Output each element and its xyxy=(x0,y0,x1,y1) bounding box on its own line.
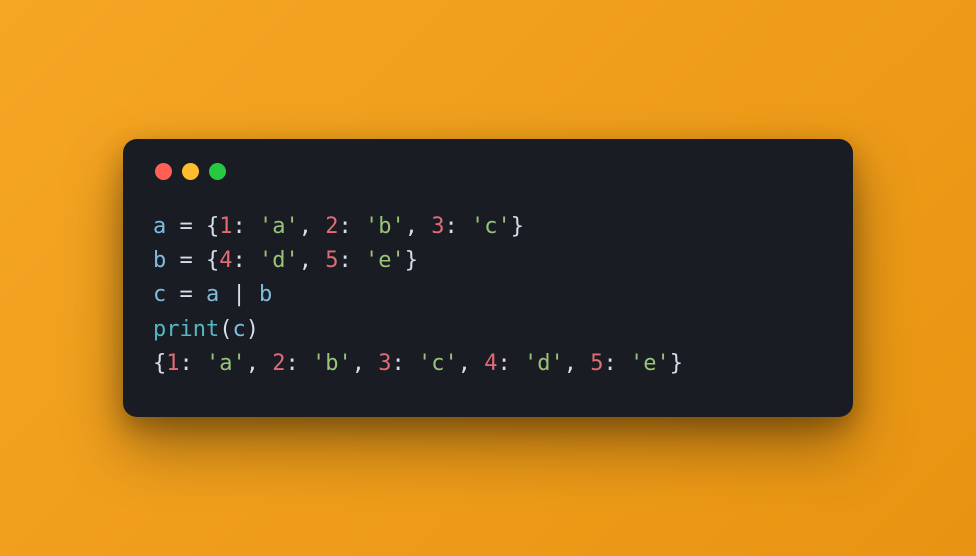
code-token: 1 xyxy=(219,214,232,239)
code-token: 'b' xyxy=(365,214,405,239)
code-token: : xyxy=(286,351,313,376)
code-token: 'a' xyxy=(259,214,299,239)
code-token: : xyxy=(604,351,631,376)
code-token: 4 xyxy=(484,351,497,376)
code-token: { xyxy=(153,351,166,376)
code-line: a = {1: 'a', 2: 'b', 3: 'c'} xyxy=(153,210,823,244)
code-token: : xyxy=(180,351,207,376)
code-token: 2 xyxy=(272,351,285,376)
code-token: } xyxy=(670,351,683,376)
code-token: : xyxy=(392,351,419,376)
code-token: , xyxy=(299,214,326,239)
code-token: } xyxy=(511,214,524,239)
code-token: c xyxy=(232,317,245,342)
code-token: 'c' xyxy=(471,214,511,239)
code-token: , xyxy=(299,248,326,273)
code-token: : xyxy=(339,248,366,273)
code-line: print(c) xyxy=(153,313,823,347)
code-token: = xyxy=(166,282,206,307)
code-token: 1 xyxy=(166,351,179,376)
code-token: b xyxy=(153,248,166,273)
code-token: 3 xyxy=(431,214,444,239)
code-token: : xyxy=(233,214,260,239)
code-token: : xyxy=(445,214,472,239)
window-controls xyxy=(153,163,823,180)
code-line: {1: 'a', 2: 'b', 3: 'c', 4: 'd', 5: 'e'} xyxy=(153,347,823,381)
code-token: { xyxy=(206,248,219,273)
minimize-icon[interactable] xyxy=(182,163,199,180)
maximize-icon[interactable] xyxy=(209,163,226,180)
code-token: : xyxy=(339,214,366,239)
code-token: a xyxy=(153,214,166,239)
code-token: ) xyxy=(246,317,259,342)
code-content: a = {1: 'a', 2: 'b', 3: 'c'}b = {4: 'd',… xyxy=(153,210,823,380)
code-token: { xyxy=(206,214,219,239)
code-token: , xyxy=(405,214,432,239)
code-token: print xyxy=(153,317,219,342)
code-token: c xyxy=(153,282,166,307)
code-token: 5 xyxy=(325,248,338,273)
code-token: 'a' xyxy=(206,351,246,376)
code-token: 'b' xyxy=(312,351,352,376)
code-token: 2 xyxy=(325,214,338,239)
code-token: , xyxy=(352,351,379,376)
code-token: 'c' xyxy=(418,351,458,376)
close-icon[interactable] xyxy=(155,163,172,180)
code-token: : xyxy=(233,248,260,273)
terminal-window: a = {1: 'a', 2: 'b', 3: 'c'}b = {4: 'd',… xyxy=(123,139,853,416)
code-token: = xyxy=(166,214,206,239)
code-token: 5 xyxy=(590,351,603,376)
code-token: 'd' xyxy=(259,248,299,273)
code-line: c = a | b xyxy=(153,278,823,312)
code-token: , xyxy=(564,351,591,376)
code-token: b xyxy=(259,282,272,307)
code-line: b = {4: 'd', 5: 'e'} xyxy=(153,244,823,278)
code-token: } xyxy=(405,248,418,273)
code-token: 'e' xyxy=(630,351,670,376)
code-token: = xyxy=(166,248,206,273)
code-token: 'd' xyxy=(524,351,564,376)
code-token: 3 xyxy=(378,351,391,376)
code-token: 'e' xyxy=(365,248,405,273)
code-token: a xyxy=(206,282,219,307)
code-token: 4 xyxy=(219,248,232,273)
code-token: , xyxy=(458,351,485,376)
code-token: : xyxy=(498,351,525,376)
code-token: ( xyxy=(219,317,232,342)
code-token: , xyxy=(246,351,273,376)
code-token: | xyxy=(219,282,259,307)
